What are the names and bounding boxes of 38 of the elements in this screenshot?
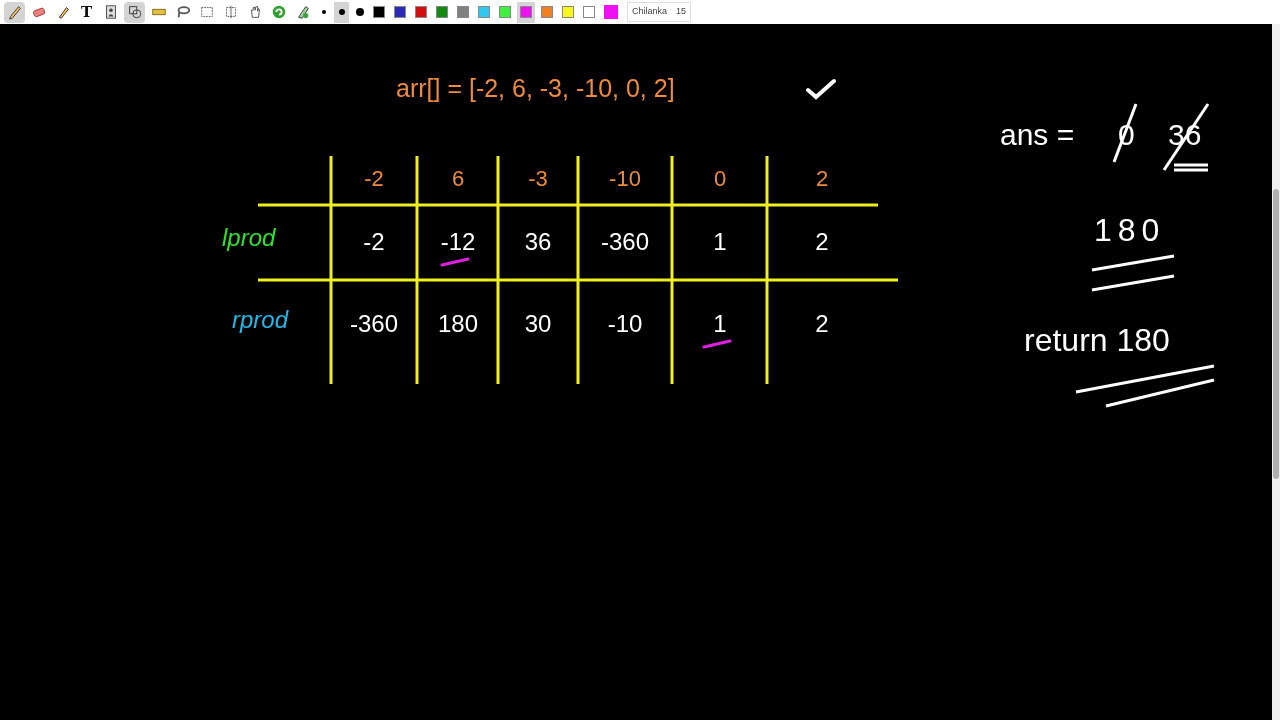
column-header: 6 — [450, 165, 466, 193]
table-cell-text: 2 — [814, 227, 830, 257]
column-header: 0 — [712, 165, 728, 193]
return-text: return 180 — [1024, 321, 1170, 360]
answer-label: ans = — [1000, 117, 1075, 153]
brush-size-button[interactable] — [334, 1, 349, 23]
color-swatch-button[interactable] — [517, 1, 535, 23]
table-cell-text: 30 — [523, 309, 553, 339]
shapes-icon — [126, 4, 143, 20]
table-cell-text: -12 — [439, 227, 477, 257]
scrollbar-thumb[interactable] — [1273, 189, 1279, 479]
table-cell-text: 1 — [712, 227, 728, 257]
font-name: Chilanka — [632, 5, 668, 19]
font-size: 15 — [676, 5, 686, 19]
table-cell-text: 36 — [523, 227, 553, 257]
table-cell-text: 2 — [814, 309, 830, 339]
check-mark-icon — [805, 78, 837, 100]
table-cell-text: 1 — [712, 309, 728, 339]
scrollbar[interactable] — [1272, 24, 1280, 720]
row-label: rprod — [232, 305, 289, 335]
array-text: arr[] = [-2, 6, -3, -10, 0, 2] — [396, 73, 675, 104]
current-color-swatch[interactable] — [604, 5, 618, 19]
table-cell-text: 180 — [436, 309, 479, 339]
table-cell-text: -360 — [348, 309, 399, 339]
pencil-icon — [6, 4, 23, 20]
tool-button[interactable] — [124, 1, 145, 23]
tool-button[interactable] — [4, 1, 25, 23]
table-cell-text: -10 — [606, 309, 644, 339]
column-header: 2 — [814, 165, 830, 193]
column-header: -10 — [608, 165, 642, 193]
row-label: lprod — [222, 223, 276, 253]
column-header: -3 — [527, 165, 549, 193]
column-header: -2 — [363, 165, 385, 193]
font-field[interactable]: Chilanka 15 — [627, 2, 691, 22]
result-text: 180 — [1094, 211, 1166, 250]
table-cell-text: -2 — [362, 227, 386, 257]
table-cell-text: -360 — [599, 227, 650, 257]
dotted-rectangle-icon — [198, 4, 215, 20]
